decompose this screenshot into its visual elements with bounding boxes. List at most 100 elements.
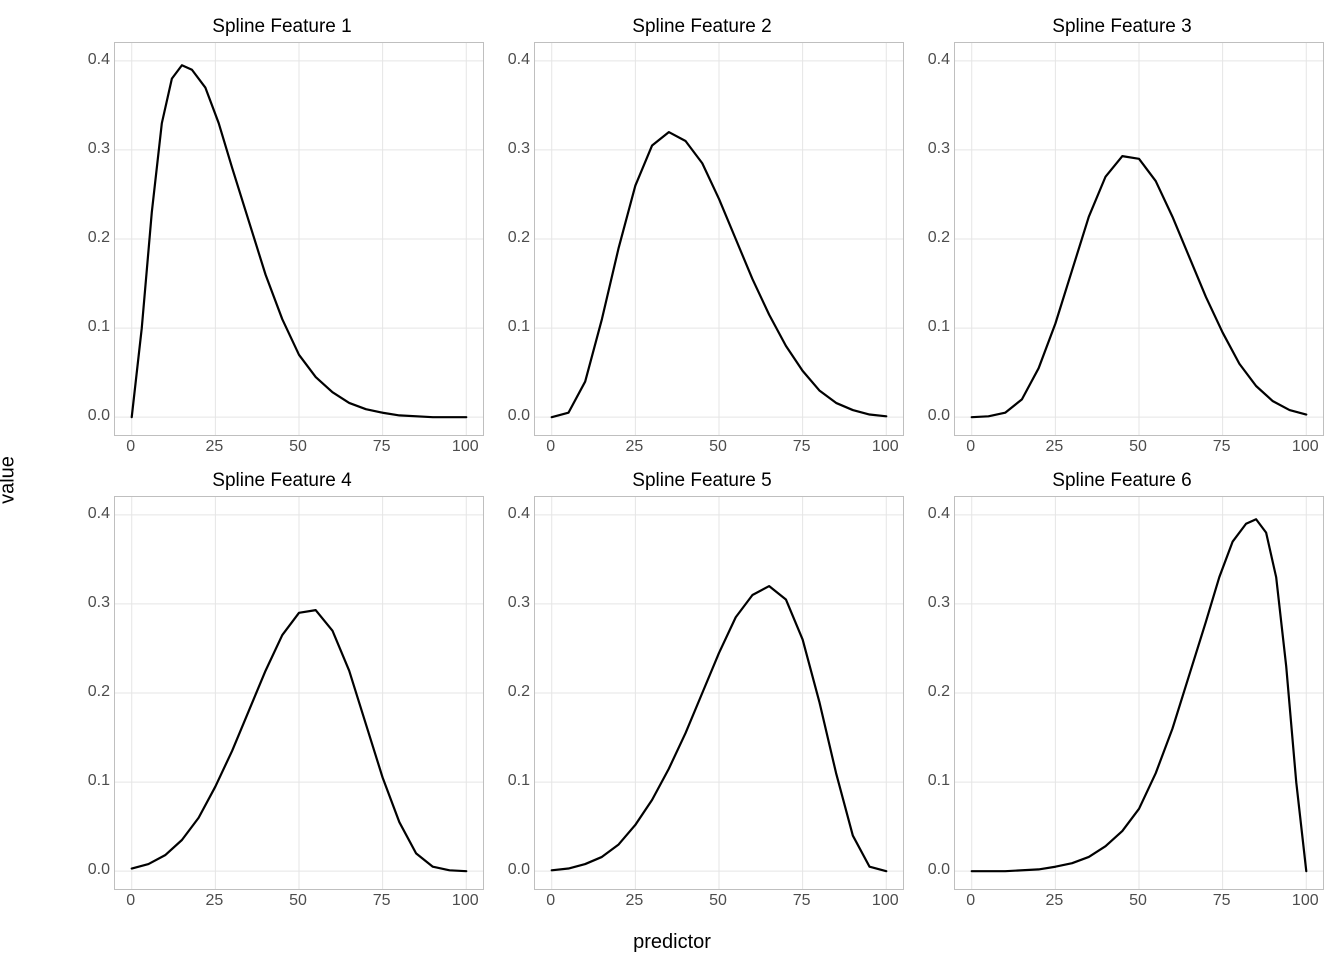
panel-row: 0.0 0.1 0.2 0.3 0.4: [920, 42, 1324, 436]
x-tick-label: 0: [966, 892, 975, 910]
plot-panel: [534, 42, 904, 436]
x-tick-label: 100: [1292, 438, 1319, 456]
y-tick-label: 0.3: [928, 140, 950, 158]
x-tick-label: 50: [1129, 892, 1147, 910]
y-tick-label: 0.1: [928, 318, 950, 336]
panel-row: 0.00.10.20.30.4: [500, 42, 904, 436]
x-tick-label: 75: [373, 892, 391, 910]
facet: Spline Feature 20.00.10.20.30.4025507510…: [500, 14, 904, 460]
x-tick-label: 0: [126, 438, 135, 456]
x-tick-label: 100: [872, 438, 899, 456]
panel-wrap: 0.00.10.20.30.40255075100: [500, 42, 904, 460]
x-tick-labels: 0 25 50 75 100: [954, 890, 1324, 914]
panel-row: 0.0 0.1 0.2 0.3 0.4: [80, 496, 484, 890]
plot-panel: [114, 42, 484, 436]
facet: Spline Feature 50.00.10.20.30.4025507510…: [500, 468, 904, 914]
panel-wrap: 0.0 0.1 0.2 0.3 0.4 0 25 50 75 100: [920, 496, 1324, 914]
facet: Spline Feature 6 0.0 0.1 0.2 0.3 0.4 0 25 50 75 10…: [920, 468, 1324, 914]
x-tick-label: 0: [546, 438, 555, 456]
panel-wrap: 0.00.10.20.30.40255075100: [500, 496, 904, 914]
x-axis-label: predictor: [633, 931, 711, 954]
y-tick-label: 0.2: [928, 229, 950, 247]
x-tick-label: 50: [709, 892, 727, 910]
x-tick-label: 25: [1045, 892, 1063, 910]
y-tick-label: 0.0: [928, 407, 950, 425]
x-tick-label: 25: [1045, 438, 1063, 456]
facet-title: Spline Feature 5: [500, 470, 904, 492]
y-tick-labels: 0.00.10.20.30.4: [500, 42, 534, 436]
y-tick-label: 0.4: [88, 51, 110, 69]
x-tick-label: 25: [205, 438, 223, 456]
y-tick-label: 0.0: [928, 861, 950, 879]
x-tick-labels: 0 25 50 75 100: [114, 890, 484, 914]
facet-title: Spline Feature 2: [500, 16, 904, 38]
x-tick-labels: 0255075100: [534, 436, 904, 460]
y-tick-label: 0.1: [88, 318, 110, 336]
y-tick-label: 0.4: [508, 505, 530, 523]
x-tick-label: 75: [1213, 438, 1231, 456]
facet-title: Spline Feature 3: [920, 16, 1324, 38]
facet: Spline Feature 3 0.0 0.1 0.2 0.3 0.4 0 25 50 75 10…: [920, 14, 1324, 460]
y-tick-label: 0.2: [928, 683, 950, 701]
plot-panel: [114, 496, 484, 890]
y-tick-label: 0.2: [508, 683, 530, 701]
x-tick-label: 0: [966, 438, 975, 456]
x-tick-labels: 0 25 50 75 100: [114, 436, 484, 460]
figure: value predictor Spline Feature 10.00.10.…: [0, 0, 1344, 960]
x-tick-label: 0: [546, 892, 555, 910]
y-tick-label: 0.4: [928, 505, 950, 523]
plot-panel: [534, 496, 904, 890]
x-tick-label: 50: [1129, 438, 1147, 456]
x-tick-label: 25: [625, 438, 643, 456]
x-tick-label: 100: [1292, 892, 1319, 910]
x-tick-label: 25: [625, 892, 643, 910]
x-tick-label: 75: [373, 438, 391, 456]
panel-row: 0.0 0.1 0.2 0.3 0.4: [80, 42, 484, 436]
x-tick-label: 75: [793, 438, 811, 456]
y-tick-labels: 0.0 0.1 0.2 0.3 0.4: [500, 496, 534, 890]
y-tick-label: 0.1: [928, 772, 950, 790]
y-tick-labels: 0.0 0.1 0.2 0.3 0.4: [920, 42, 954, 436]
y-tick-label: 0.2: [88, 229, 110, 247]
y-tick-label: 0.3: [88, 594, 110, 612]
panel-wrap: 0.0 0.1 0.2 0.3 0.4 0 25 50 75 100: [80, 42, 484, 460]
y-tick-label: 0.4: [928, 51, 950, 69]
y-tick-label: 0.0: [508, 861, 530, 879]
facet-title: Spline Feature 4: [80, 470, 484, 492]
x-tick-labels: 0 25 50 75 100: [954, 436, 1324, 460]
x-tick-labels: 0255075100: [534, 890, 904, 914]
plot-panel: [954, 42, 1324, 436]
y-tick-labels: 0.0 0.1 0.2 0.3 0.4: [80, 42, 114, 436]
facet: Spline Feature 1 0.0 0.1 0.2 0.3 0.4 0 25 50 75 10…: [80, 14, 484, 460]
panel-wrap: 0.0 0.1 0.2 0.3 0.4 0 25 50 75 100: [80, 496, 484, 914]
facet-grid: Spline Feature 1 0.0 0.1 0.2 0.3 0.4 0 25 50 75 10…: [80, 14, 1324, 914]
y-tick-label: 0.0: [88, 861, 110, 879]
y-tick-label: 0.4: [508, 51, 530, 69]
x-tick-label: 75: [1213, 892, 1231, 910]
x-tick-label: 50: [289, 892, 307, 910]
panel-wrap: 0.0 0.1 0.2 0.3 0.4 0 25 50 75 100: [920, 42, 1324, 460]
x-tick-label: 25: [205, 892, 223, 910]
y-tick-label: 0.2: [508, 229, 530, 247]
y-tick-label: 0.1: [88, 772, 110, 790]
y-axis-label: value: [0, 456, 20, 504]
x-tick-label: 0: [126, 892, 135, 910]
x-tick-label: 50: [289, 438, 307, 456]
y-tick-label: 0.1: [508, 318, 530, 336]
y-tick-label: 0.0: [88, 407, 110, 425]
y-tick-label: 0.1: [508, 772, 530, 790]
y-tick-label: 0.3: [508, 594, 530, 612]
y-tick-label: 0.3: [928, 594, 950, 612]
x-tick-label: 100: [452, 892, 479, 910]
x-tick-label: 100: [452, 438, 479, 456]
y-tick-label: 0.4: [88, 505, 110, 523]
facet-title: Spline Feature 6: [920, 470, 1324, 492]
facet-title: Spline Feature 1: [80, 16, 484, 38]
y-tick-label: 0.2: [88, 683, 110, 701]
y-tick-label: 0.3: [88, 140, 110, 158]
x-tick-label: 75: [793, 892, 811, 910]
y-tick-labels: 0.0 0.1 0.2 0.3 0.4: [80, 496, 114, 890]
y-tick-labels: 0.0 0.1 0.2 0.3 0.4: [920, 496, 954, 890]
panel-row: 0.0 0.1 0.2 0.3 0.4: [920, 496, 1324, 890]
plot-panel: [954, 496, 1324, 890]
